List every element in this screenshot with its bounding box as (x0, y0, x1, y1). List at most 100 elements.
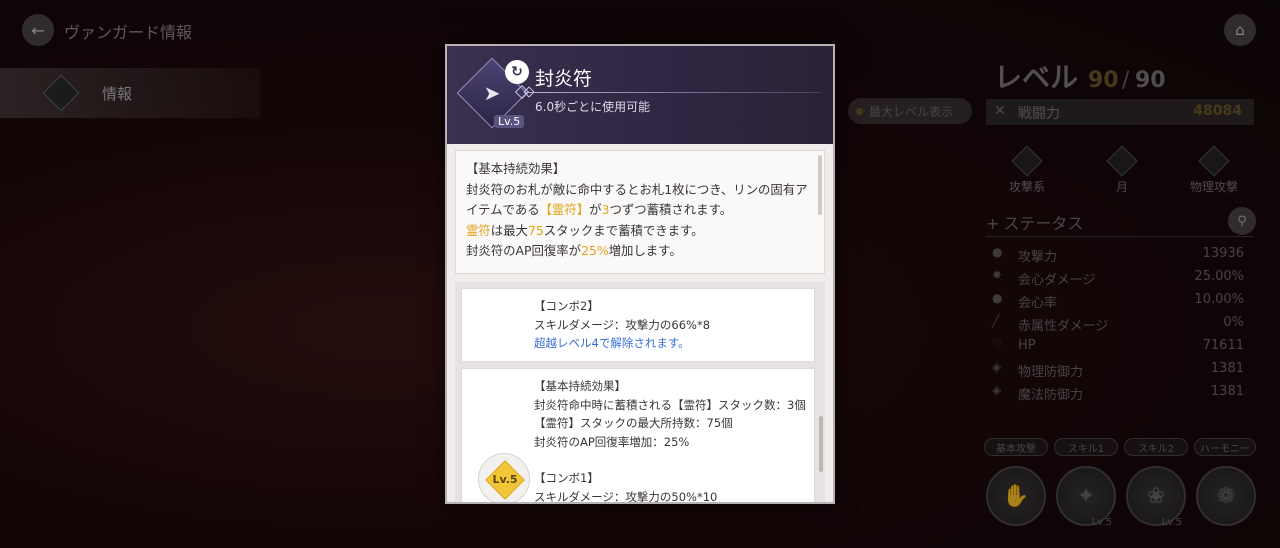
description-line: イテムである【霊符】が3つずつ蓄積されます。 (466, 202, 733, 217)
talisman-icon: ✦ (1076, 483, 1096, 509)
level-separator: / (1122, 68, 1130, 93)
fist-icon: ✋ (1002, 483, 1030, 509)
tab-skill-2[interactable]: スキル2 (1124, 438, 1188, 456)
home-icon: ⌂ (1235, 21, 1245, 39)
stat-value: 1381 (1210, 384, 1244, 399)
card-combo-title: 【コンボ1】 (534, 471, 599, 485)
card-spacer (534, 451, 814, 469)
skill-level-badge: Lv.5 (494, 115, 525, 128)
home-button[interactable]: ⌂ (1224, 14, 1256, 46)
back-button[interactable]: ← (22, 14, 54, 46)
shield-icon: ◈ (992, 360, 1002, 374)
stat-label: 赤属性ダメージ (1018, 319, 1109, 334)
attribute-label: 月 (1115, 180, 1128, 194)
attribute-label: 攻撃系 (1008, 180, 1045, 194)
stat-row: ╱ 赤属性ダメージ 0% (986, 313, 1244, 335)
moon-icon (1106, 145, 1138, 177)
list-item: 【コンボ2】 スキルダメージ：攻撃力の66%*8 超越レベル4で解除されます。 (461, 288, 815, 362)
magic-shield-icon: ◈ (992, 383, 1002, 397)
modal-header: ➤ ↻ Lv.5 封炎符 6.0秒ごとに使用可能 (447, 46, 833, 144)
level-badge-label: Lv.5 (492, 473, 518, 486)
max-level-toggle-label: 最大レベル表示 (869, 104, 954, 119)
stat-row: ◈ 物理防御力 1381 (986, 359, 1244, 381)
stat-label: 会心率 (1018, 296, 1058, 311)
attribute-physical: 物理攻撃 (1184, 145, 1244, 195)
list-scrollbar[interactable] (819, 416, 823, 472)
stat-label: 物理防御力 (1018, 365, 1084, 380)
stat-value: 1381 (1210, 361, 1244, 376)
talisman-blade-icon: ➤ (483, 81, 501, 105)
fist-icon (1198, 145, 1230, 177)
unlock-notice: 超越レベル4で解除されます。 (534, 336, 690, 350)
attribute-label: 物理攻撃 (1189, 180, 1238, 194)
crossed-swords-icon: ✕ (994, 103, 1006, 119)
skill-1-button[interactable]: ✦ Lv.5 (1056, 466, 1116, 528)
harmony-button[interactable]: ❁ (1196, 466, 1256, 526)
beast-icon: ❀ (1146, 483, 1166, 509)
description-line: 封炎符のAP回復率が25%増加します。 (466, 243, 682, 258)
skill-detail-modal: ➤ ↻ Lv.5 封炎符 6.0秒ごとに使用可能 【基本持続効果】 封炎符のお札… (445, 44, 835, 504)
skill-level: Lv.5 (1091, 517, 1112, 528)
sidebar-item-info[interactable]: 情報 (0, 68, 260, 118)
search-icon: ⚲ (1237, 213, 1247, 229)
tab-basic-attack[interactable]: 基本攻撃 (984, 438, 1048, 456)
card-line: スキルダメージ：攻撃力の50%*10 (534, 489, 718, 503)
card-line: 【霊符】スタックの最大所持数：75個 (534, 416, 733, 430)
description-line: 封炎符のお札が敵に命中するとお札1枚につき、リンの固有ア (466, 181, 808, 197)
wolf-icon: ❁ (1216, 483, 1236, 509)
stat-value: 13936 (1202, 246, 1244, 261)
crit-icon: ● (992, 291, 1003, 305)
skill-level: Lv.5 (1161, 517, 1182, 528)
blade-icon: ╱ (992, 314, 1000, 328)
toggle-dot-icon (856, 107, 863, 115)
status-search-button[interactable]: ⚲ (1228, 207, 1256, 235)
skill-description[interactable]: 【基本持続効果】 封炎符のお札が敵に命中するとお札1枚につき、リンの固有ア イテ… (455, 150, 825, 274)
description-heading: 【基本持続効果】 (466, 161, 566, 176)
description-line: 霊符は最大75スタックまで蓄積できます。 (466, 222, 704, 238)
level-effects-list[interactable]: 【コンボ2】 スキルダメージ：攻撃力の66%*8 超越レベル4で解除されます。 … (455, 282, 825, 502)
burst-icon: ✸ (992, 268, 1003, 282)
stat-label: HP (1018, 338, 1036, 353)
card-line: 封炎符命中時に蓄積される【霊符】スタック数：3個 (534, 397, 806, 412)
stat-value: 25.00% (1194, 269, 1244, 284)
tab-harmony[interactable]: ハーモニー (1194, 438, 1256, 456)
plus-icon: + (986, 214, 1000, 233)
stat-row: ✸ 会心ダメージ 25.00% (986, 267, 1244, 289)
fist-icon: ● (992, 245, 1003, 259)
stat-label: 魔法防御力 (1018, 388, 1084, 403)
sword-icon (1011, 145, 1043, 177)
status-header-label: ステータス (1003, 214, 1084, 233)
skill-2-button[interactable]: ❀ Lv.5 (1126, 466, 1186, 528)
skill-name: 封炎符 (535, 68, 593, 90)
stat-value: 10.00% (1194, 292, 1244, 307)
heart-icon: ♡ (992, 337, 1003, 351)
list-item: 【基本持続効果】 封炎符命中時に蓄積される【霊符】スタック数：3個 【霊符】スタ… (461, 368, 815, 502)
stat-value: 0% (1223, 315, 1244, 330)
stat-value: 71611 (1202, 338, 1244, 353)
level-label: レベル (994, 61, 1079, 94)
combat-power-label: 戦闘力 (1018, 106, 1060, 122)
attribute-moon: 月 (1092, 145, 1152, 195)
description-scrollbar[interactable] (818, 155, 822, 215)
max-level-toggle[interactable]: 最大レベル表示 (848, 98, 972, 124)
sidebar-item-label: 情報 (102, 85, 133, 103)
card-title: 【基本持続効果】 (534, 379, 626, 393)
skill-basic-attack-button[interactable]: ✋ (986, 466, 1046, 526)
combat-power-value: 48084 (1193, 103, 1242, 119)
attribute-attack-type: 攻撃系 (997, 145, 1057, 195)
level-max: 90 (1135, 68, 1166, 93)
tab-skill-1[interactable]: スキル1 (1054, 438, 1118, 456)
level-value: 90 (1088, 68, 1119, 93)
header-divider (525, 92, 821, 93)
stat-row: ● 攻撃力 13936 (986, 244, 1244, 266)
swap-icon[interactable]: ↻ (505, 60, 529, 84)
combat-power-bar: ✕ 戦闘力 48084 (986, 99, 1254, 125)
level-badge: Lv.5 (478, 453, 530, 502)
stat-row: ● 会心率 10.00% (986, 290, 1244, 312)
card-line: 封炎符のAP回復率増加：25% (534, 434, 690, 449)
person-icon (42, 74, 80, 112)
stat-label: 会心ダメージ (1018, 273, 1096, 288)
back-arrow-icon: ← (31, 20, 45, 40)
page-title: ヴァンガード情報 (64, 23, 193, 42)
stat-row: ♡ HP 71611 (986, 336, 1244, 358)
